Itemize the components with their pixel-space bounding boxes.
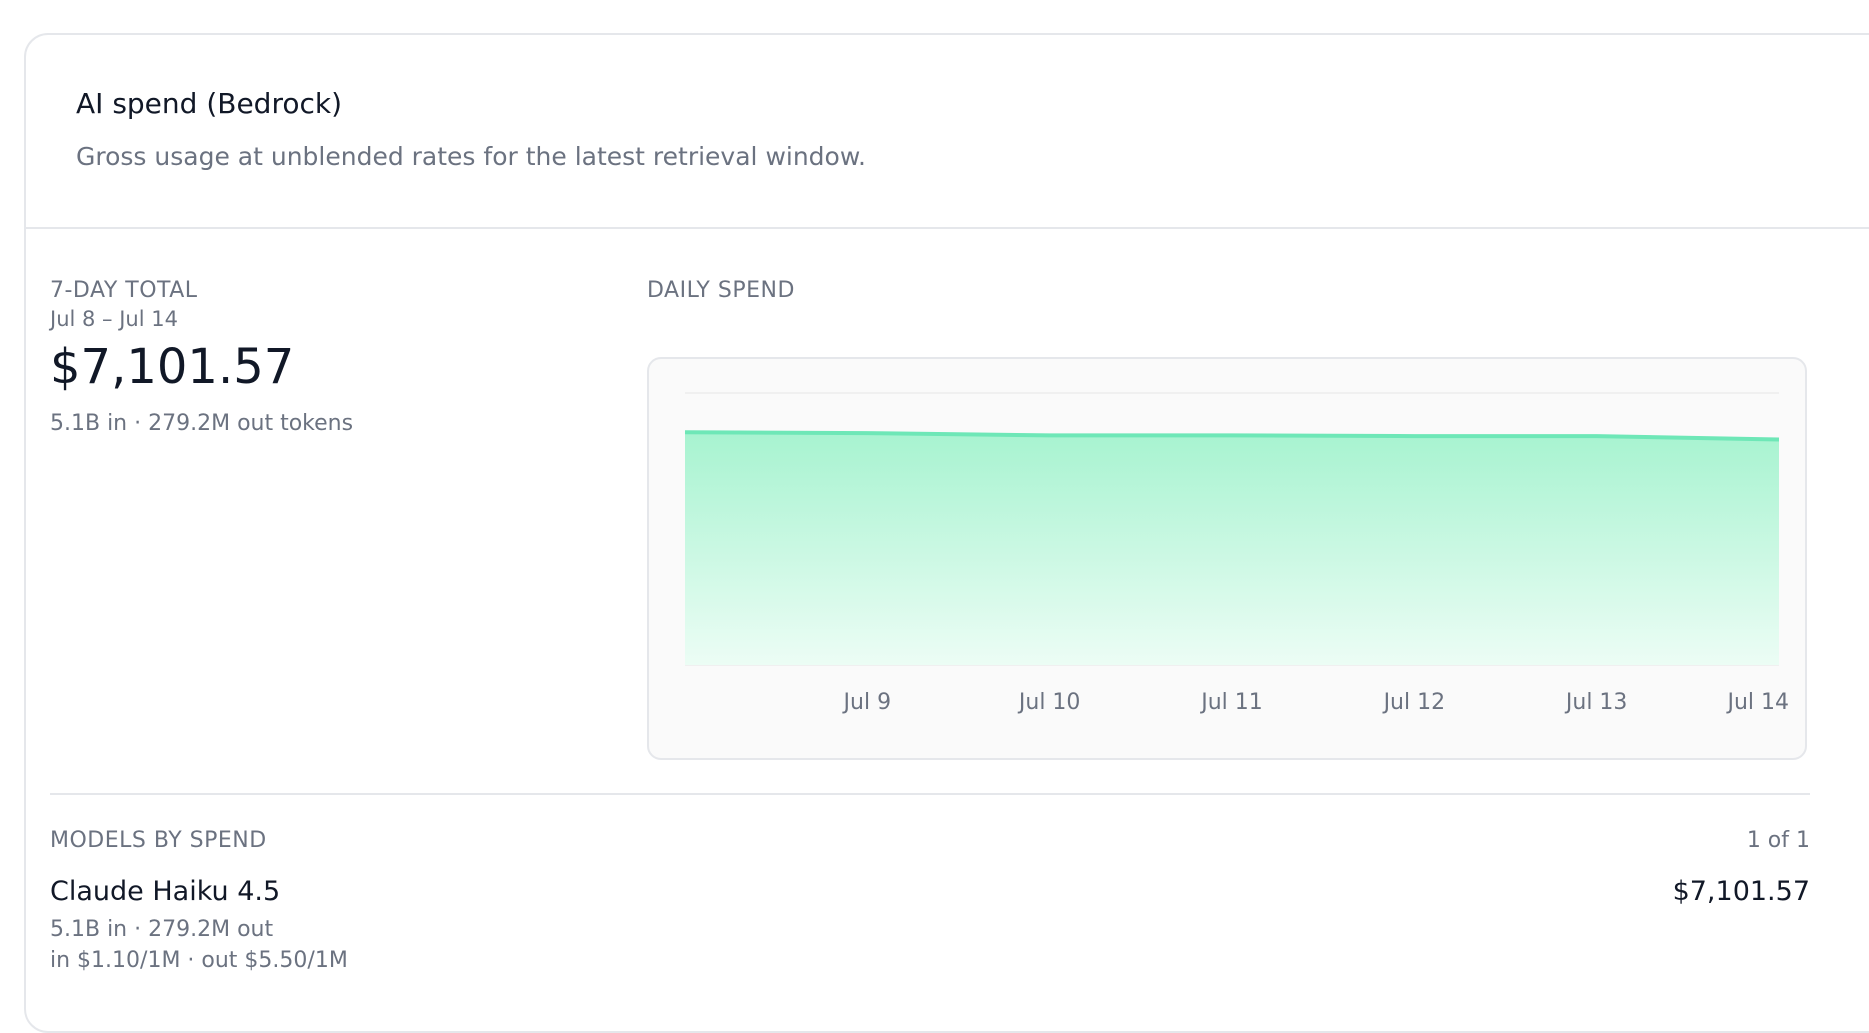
- total-spend: $7,101.57: [50, 339, 295, 395]
- models-pager: 1 of 1: [1746, 828, 1810, 853]
- token-summary: 5.1B in · 279.2M out tokens: [50, 411, 354, 436]
- seven-day-summary: 7-DAY TOTAL Jul 8 – Jul 14 $7,101.57 5.1…: [50, 278, 570, 436]
- x-tick-label: Jul 11: [1199, 690, 1263, 715]
- x-tick-label: Jul 10: [1017, 690, 1081, 715]
- card-subtitle: Gross usage at unblended rates for the l…: [76, 142, 866, 171]
- daily-spend-area: [685, 432, 1779, 665]
- x-tick-label: Jul 12: [1382, 690, 1446, 715]
- daily-spend-chart: Jul 9 Jul 10 Jul 11 Jul 12 Jul 13 Jul 14: [647, 357, 1807, 760]
- model-name: Claude Haiku 4.5: [50, 876, 281, 907]
- daily-spend-label: DAILY SPEND: [647, 278, 795, 303]
- models-header: MODELS BY SPEND 1 of 1: [50, 828, 1810, 853]
- x-tick-label: Jul 14: [1725, 690, 1789, 715]
- seven-day-total-label: 7-DAY TOTAL: [50, 278, 198, 303]
- model-tokens: 5.1B in · 279.2M out: [50, 917, 274, 942]
- date-range: Jul 8 – Jul 14: [50, 307, 178, 331]
- x-tick-label: Jul 9: [842, 690, 892, 715]
- section-divider: [50, 793, 1810, 795]
- model-spend: $7,101.57: [1672, 876, 1810, 907]
- models-by-spend-label: MODELS BY SPEND: [50, 828, 267, 853]
- card-title: AI spend (Bedrock): [76, 87, 343, 120]
- card-header: AI spend (Bedrock) Gross usage at unblen…: [26, 35, 1869, 229]
- model-row: Claude Haiku 4.5 $7,101.57 5.1B in · 279…: [50, 876, 1810, 973]
- daily-spend-svg: Jul 9 Jul 10 Jul 11 Jul 12 Jul 13 Jul 14: [684, 392, 1789, 715]
- x-tick-label: Jul 13: [1564, 690, 1628, 715]
- model-rates: in $1.10/1M · out $5.50/1M: [50, 948, 348, 973]
